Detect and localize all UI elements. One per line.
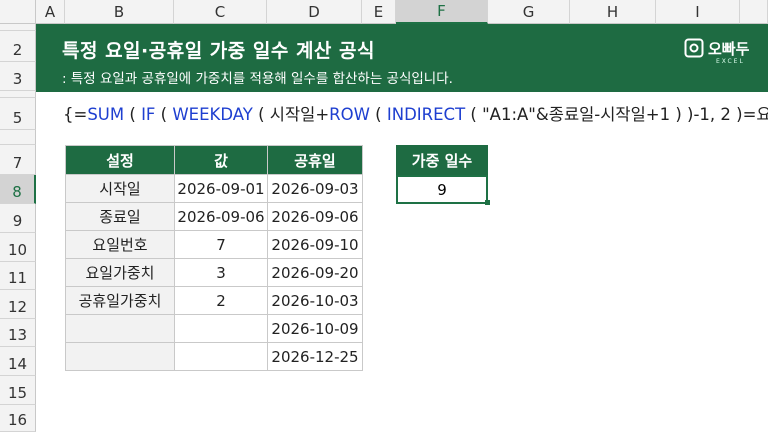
row-header-6[interactable]: 6	[0, 130, 36, 145]
header-setting[interactable]: 설정	[65, 145, 175, 175]
row-header-4[interactable]: 4	[0, 91, 36, 98]
settings-table: 설정 값 공휴일 시작일 2026-09-01 2026-09-03 종료일 2…	[65, 145, 363, 371]
setting-value[interactable]: 3	[174, 258, 268, 287]
setting-value[interactable]	[174, 342, 268, 371]
formula-function-if: IF	[141, 105, 156, 124]
select-all-corner[interactable]	[0, 0, 36, 24]
formula-part: (	[124, 105, 142, 124]
row-header-12[interactable]: 12	[0, 290, 36, 319]
row-header-9[interactable]: 9	[0, 204, 36, 233]
page-subtitle: : 특정 요일과 공휴일에 가중치를 적용해 일수를 합산하는 공식입니다.	[62, 71, 453, 87]
holiday-cell[interactable]: 2026-10-09	[267, 314, 363, 343]
setting-label[interactable]: 요일가중치	[65, 258, 175, 287]
row-header-7[interactable]: 7	[0, 145, 36, 175]
logo-text: 오빠두	[708, 40, 750, 58]
logo-subtext: EXCEL	[716, 58, 745, 65]
column-header-c[interactable]: C	[174, 0, 267, 24]
table-row: 종료일 2026-09-06 2026-09-06	[65, 202, 363, 231]
holiday-cell[interactable]: 2026-09-20	[267, 258, 363, 287]
table-row: 2026-10-09	[65, 314, 363, 343]
row-header-1[interactable]: 1	[0, 24, 36, 31]
table-row: 요일가중치 3 2026-09-20	[65, 258, 363, 287]
formula-function-row: ROW	[329, 105, 370, 124]
column-header-d[interactable]: D	[267, 0, 362, 24]
column-header-f[interactable]: F	[396, 0, 488, 24]
column-header-i[interactable]: I	[656, 0, 740, 24]
setting-value[interactable]: 2026-09-01	[174, 174, 268, 203]
row-header-10[interactable]: 10	[0, 233, 36, 262]
setting-label[interactable]: 시작일	[65, 174, 175, 203]
holiday-cell[interactable]: 2026-10-03	[267, 286, 363, 315]
holiday-cell[interactable]: 2026-09-03	[267, 174, 363, 203]
holiday-cell[interactable]: 2026-09-10	[267, 230, 363, 259]
header-holiday[interactable]: 공휴일	[267, 145, 363, 175]
row-header-3[interactable]: 3	[0, 62, 36, 91]
row-header-14[interactable]: 14	[0, 347, 36, 376]
column-header-next[interactable]	[740, 0, 768, 24]
row-header-11[interactable]: 11	[0, 262, 36, 290]
column-header-g[interactable]: G	[488, 0, 570, 24]
table-row: 요일번호 7 2026-09-10	[65, 230, 363, 259]
row-header-2[interactable]: 2	[0, 31, 36, 62]
formula-function-sum: SUM	[87, 105, 125, 124]
formula-function-indirect: INDIRECT	[386, 105, 466, 124]
setting-value[interactable]: 7	[174, 230, 268, 259]
formula-part: (	[369, 105, 387, 124]
setting-value[interactable]: 2	[174, 286, 268, 315]
formula-part: ( "A1:A"&종료일-시작일+1 ) )-1, 2 )=요	[465, 105, 768, 124]
weighted-days-header[interactable]: 가중 일수	[396, 145, 488, 175]
formula-function-weekday: WEEKDAY	[172, 105, 253, 124]
page-title: 특정 요일·공휴일 가중 일수 계산 공식	[62, 40, 375, 62]
setting-value[interactable]	[174, 314, 268, 343]
row-header-5[interactable]: 5	[0, 98, 36, 130]
setting-value[interactable]: 2026-09-06	[174, 202, 268, 231]
table-row: 시작일 2026-09-01 2026-09-03	[65, 174, 363, 203]
table-header-row: 설정 값 공휴일	[65, 145, 363, 175]
setting-label[interactable]: 종료일	[65, 202, 175, 231]
formula-part: ( 시작일+	[252, 105, 330, 124]
setting-label[interactable]	[65, 314, 175, 343]
oppadu-logo-icon	[684, 38, 704, 58]
column-header-h[interactable]: H	[570, 0, 656, 24]
table-row: 공휴일가중치 2 2026-10-03	[65, 286, 363, 315]
fill-handle[interactable]	[485, 200, 490, 205]
column-header-b[interactable]: B	[65, 0, 174, 24]
header-value[interactable]: 값	[174, 145, 268, 175]
table-row: 2026-12-25	[65, 342, 363, 371]
column-header-e[interactable]: E	[362, 0, 396, 24]
row-header-16[interactable]: 16	[0, 405, 36, 432]
formula-part: (	[155, 105, 173, 124]
holiday-cell[interactable]: 2026-12-25	[267, 342, 363, 371]
column-header-a[interactable]: A	[36, 0, 65, 24]
weighted-days-cell[interactable]: 9	[396, 175, 488, 204]
formula-part: {=	[63, 105, 88, 124]
row-header-8[interactable]: 8	[0, 175, 36, 204]
row-header-13[interactable]: 13	[0, 319, 36, 347]
formula-text[interactable]: {=SUM ( IF ( WEEKDAY ( 시작일+ROW ( INDIREC…	[63, 101, 768, 125]
setting-label[interactable]	[65, 342, 175, 371]
row-header-15[interactable]: 15	[0, 376, 36, 405]
setting-label[interactable]: 공휴일가중치	[65, 286, 175, 315]
setting-label[interactable]: 요일번호	[65, 230, 175, 259]
holiday-cell[interactable]: 2026-09-06	[267, 202, 363, 231]
